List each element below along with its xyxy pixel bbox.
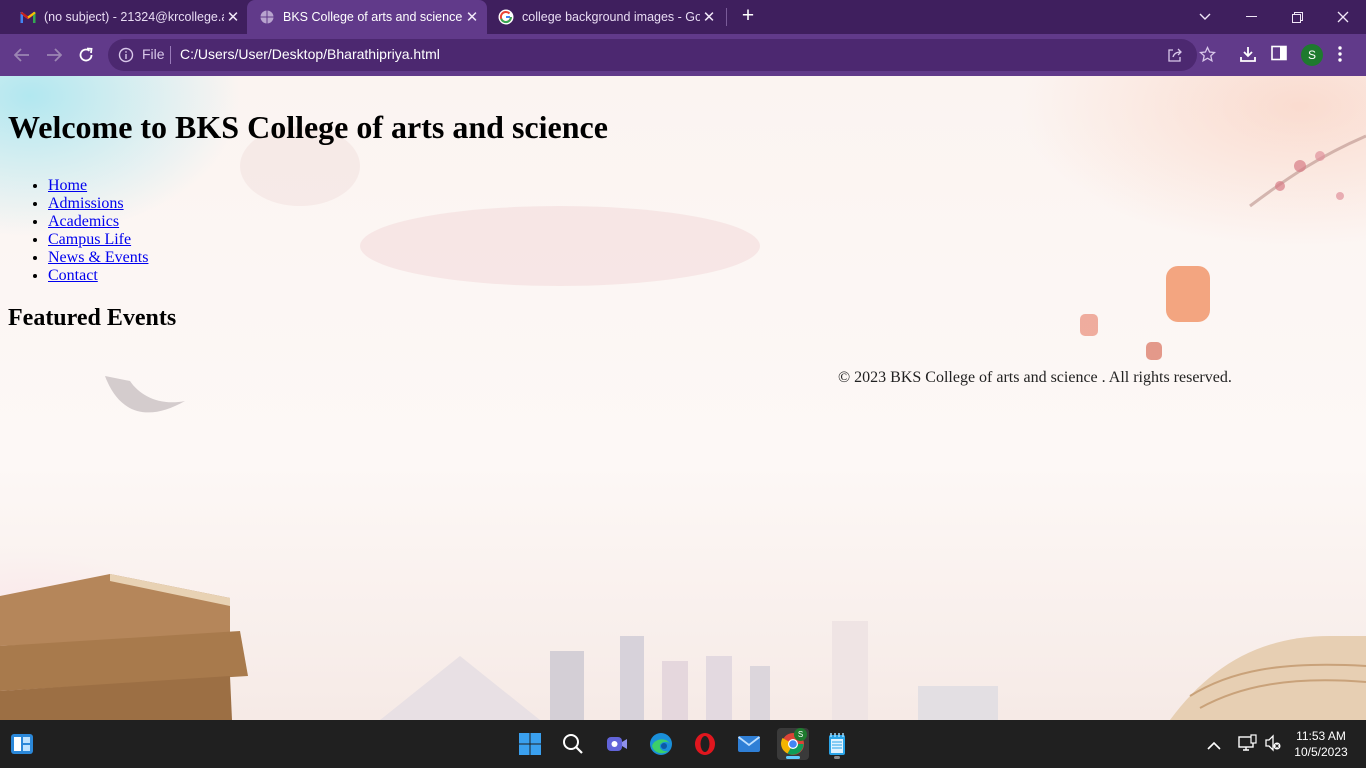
background-image bbox=[0, 126, 1366, 720]
tab-separator bbox=[726, 8, 727, 26]
widgets-button[interactable] bbox=[6, 728, 38, 760]
tab-strip: (no subject) - 21324@krcollege.ac.in ✕ B… bbox=[0, 0, 1366, 34]
download-icon[interactable] bbox=[1239, 45, 1257, 68]
nav-link-admissions[interactable]: Admissions bbox=[48, 195, 124, 212]
nav-item-campus-life: Campus Life bbox=[48, 231, 148, 249]
new-tab-button[interactable]: + bbox=[736, 5, 760, 29]
nav-link-campus-life[interactable]: Campus Life bbox=[48, 231, 131, 248]
close-window-button[interactable] bbox=[1320, 0, 1366, 34]
clock-time: 11:53 AM bbox=[1296, 729, 1346, 743]
nav-item-news-events: News & Events bbox=[48, 249, 148, 267]
gmail-icon bbox=[20, 9, 36, 25]
nav-item-admissions: Admissions bbox=[48, 195, 148, 213]
main-nav: Home Admissions Academics Campus Life Ne… bbox=[48, 177, 148, 285]
tab-gmail[interactable]: (no subject) - 21324@krcollege.ac.in ✕ bbox=[8, 0, 246, 34]
more-menu-icon[interactable] bbox=[1337, 45, 1343, 68]
url-text[interactable]: C:/Users/User/Desktop/Bharathipriya.html bbox=[180, 46, 440, 62]
browser-toolbar: File C:/Users/User/Desktop/Bharathipriya… bbox=[0, 34, 1366, 76]
volume-muted-icon[interactable] bbox=[1264, 734, 1282, 757]
profile-avatar[interactable]: S bbox=[1301, 44, 1323, 66]
tab-title: (no subject) - 21324@krcollege.ac.in bbox=[44, 10, 224, 24]
network-icon[interactable] bbox=[1237, 734, 1257, 757]
teams-icon[interactable] bbox=[601, 728, 633, 760]
address-bar[interactable]: File C:/Users/User/Desktop/Bharathipriya… bbox=[108, 39, 1217, 71]
restore-button[interactable] bbox=[1274, 0, 1320, 34]
share-icon[interactable] bbox=[1167, 47, 1183, 68]
active-app-indicator bbox=[786, 756, 800, 759]
notepad-icon[interactable] bbox=[821, 728, 853, 760]
side-panel-icon[interactable] bbox=[1271, 45, 1287, 66]
copyright-footer: © 2023 BKS College of arts and science .… bbox=[838, 369, 1232, 386]
globe-icon bbox=[259, 9, 275, 25]
chevron-up-icon[interactable] bbox=[1207, 737, 1221, 755]
reload-button[interactable] bbox=[74, 43, 98, 67]
tab-search-chevron-icon[interactable] bbox=[1182, 0, 1228, 34]
clock-date: 10/5/2023 bbox=[1294, 745, 1348, 759]
windows-taskbar: S 11:53 AM 10/5/2023 bbox=[0, 720, 1366, 768]
edge-icon[interactable] bbox=[645, 728, 677, 760]
nav-item-contact: Contact bbox=[48, 267, 148, 285]
url-scheme-label: File bbox=[142, 46, 165, 62]
start-icon[interactable] bbox=[514, 728, 546, 760]
nav-link-academics[interactable]: Academics bbox=[48, 213, 119, 230]
mail-icon[interactable] bbox=[733, 728, 765, 760]
info-icon[interactable] bbox=[118, 47, 134, 68]
page-viewport: Welcome to BKS College of arts and scien… bbox=[0, 76, 1366, 720]
nav-item-academics: Academics bbox=[48, 213, 148, 231]
back-button[interactable] bbox=[10, 43, 34, 67]
nav-link-home[interactable]: Home bbox=[48, 177, 87, 194]
tab-active-page[interactable]: BKS College of arts and science ✕ bbox=[247, 0, 487, 34]
close-tab-icon[interactable]: ✕ bbox=[463, 8, 481, 26]
nav-link-contact[interactable]: Contact bbox=[48, 267, 98, 284]
system-clock[interactable]: 11:53 AM 10/5/2023 bbox=[1284, 728, 1358, 760]
minimize-button[interactable] bbox=[1228, 0, 1274, 34]
search-icon[interactable] bbox=[557, 728, 589, 760]
nav-link-news-events[interactable]: News & Events bbox=[48, 249, 148, 266]
address-divider bbox=[170, 46, 171, 64]
nav-item-home: Home bbox=[48, 177, 148, 195]
tab-title: BKS College of arts and science bbox=[283, 10, 463, 24]
close-tab-icon[interactable]: ✕ bbox=[224, 8, 242, 26]
tab-google-search[interactable]: college background images - Google Searc… bbox=[488, 0, 724, 34]
close-tab-icon[interactable]: ✕ bbox=[700, 8, 718, 26]
bookmark-star-icon[interactable] bbox=[1198, 45, 1217, 68]
chrome-icon[interactable]: S bbox=[777, 728, 809, 760]
running-app-indicator bbox=[834, 756, 840, 759]
opera-icon[interactable] bbox=[689, 728, 721, 760]
featured-events-heading: Featured Events bbox=[8, 305, 177, 331]
forward-button[interactable] bbox=[42, 43, 66, 67]
page-title: Welcome to BKS College of arts and scien… bbox=[8, 109, 608, 145]
tab-title: college background images - Google Searc… bbox=[522, 10, 700, 24]
google-icon bbox=[498, 9, 514, 25]
chrome-profile-badge: S bbox=[794, 728, 807, 741]
